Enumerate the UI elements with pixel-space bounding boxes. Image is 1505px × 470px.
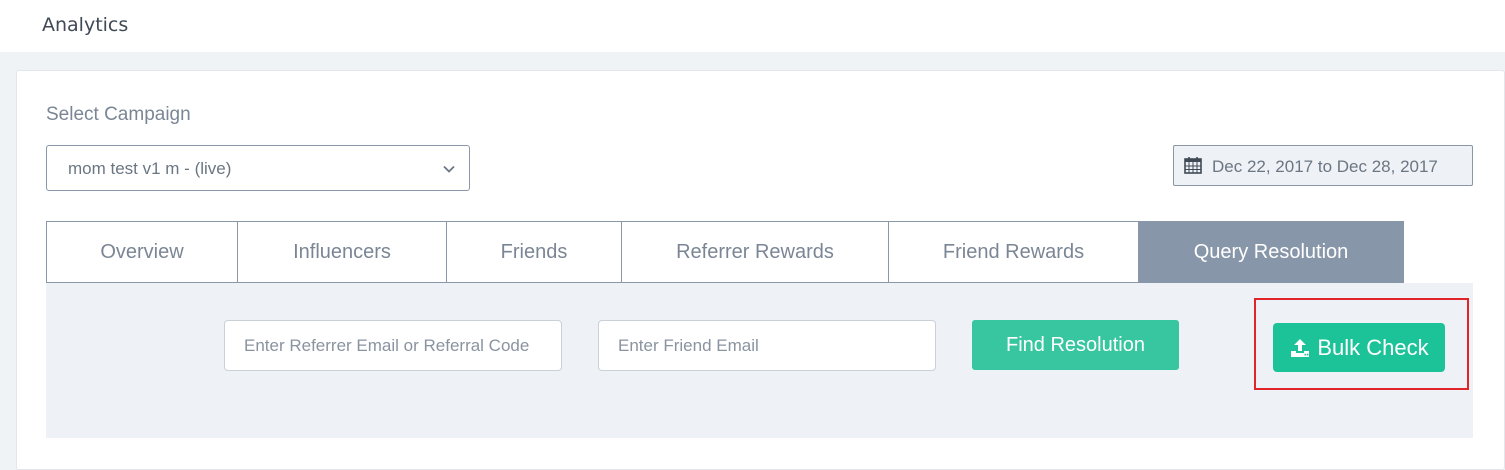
tab-friends[interactable]: Friends [447,221,622,283]
tab-label: Friends [500,240,568,263]
tab-bar: Overview Influencers Friends Referrer Re… [46,221,1404,292]
tab-overview[interactable]: Overview [46,221,238,283]
tab-label: Overview [100,240,184,263]
date-range-text: Dec 22, 2017 to Dec 28, 2017 [1212,157,1438,176]
friend-email-input[interactable] [598,320,936,371]
tab-label: Influencers [293,240,391,263]
chevron-down-icon [443,165,455,173]
upload-icon [1291,338,1310,357]
campaign-select[interactable]: mom test v1 m - (live) [46,145,470,191]
tab-friend-rewards[interactable]: Friend Rewards [889,221,1139,283]
find-resolution-label: Find Resolution [1006,333,1145,356]
campaign-select-label: Select Campaign [46,104,191,125]
calendar-icon [1184,157,1202,174]
tab-label: Friend Rewards [942,240,1085,263]
top-bar: Analytics [0,0,1505,52]
bulk-check-label: Bulk Check [1317,334,1429,360]
bulk-check-button[interactable]: Bulk Check [1273,323,1445,372]
tab-referrer-rewards[interactable]: Referrer Rewards [622,221,889,283]
campaign-select-value: mom test v1 m - (live) [68,159,232,178]
find-resolution-button[interactable]: Find Resolution [972,320,1179,370]
date-range-picker[interactable]: Dec 22, 2017 to Dec 28, 2017 [1173,145,1473,186]
referrer-email-input[interactable] [224,320,562,371]
tab-label: Referrer Rewards [676,240,834,263]
page-title: Analytics [42,14,129,36]
tab-influencers[interactable]: Influencers [238,221,447,283]
tab-query-resolution[interactable]: Query Resolution [1139,221,1404,292]
tab-label: Query Resolution [1193,240,1349,263]
